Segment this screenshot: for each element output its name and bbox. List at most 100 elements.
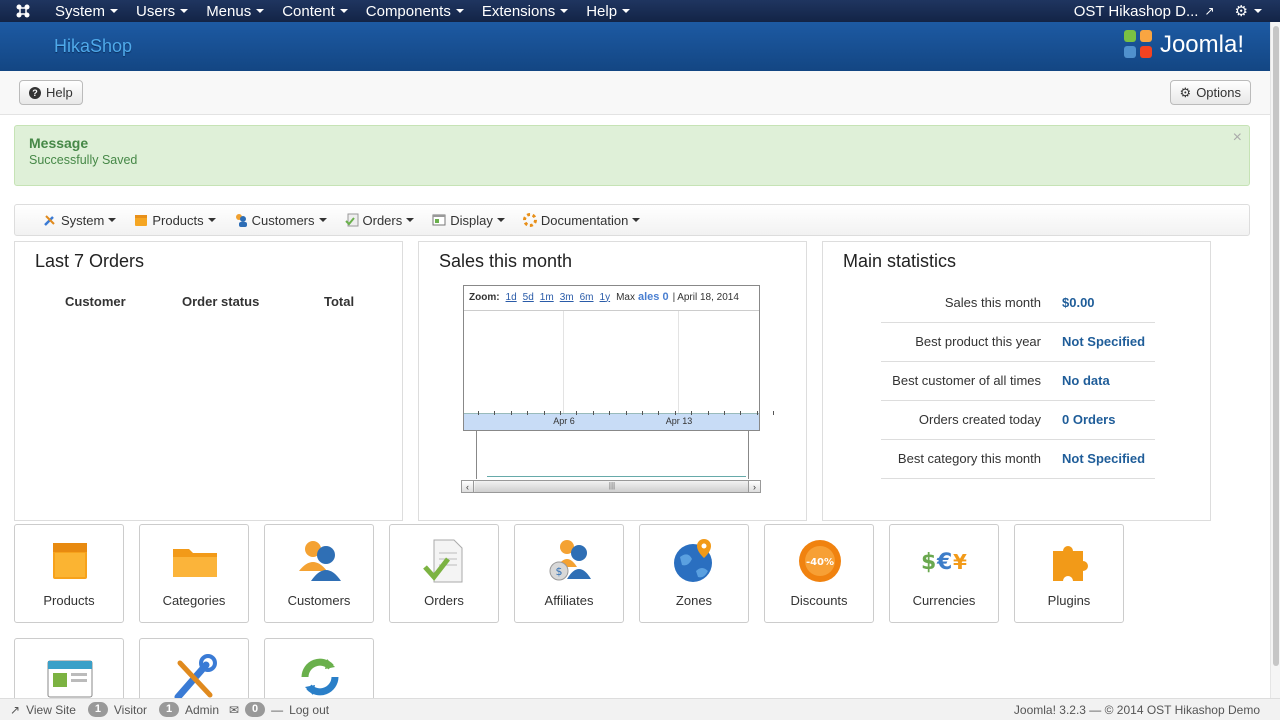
affiliates-icon: $ <box>549 540 591 581</box>
menu-system[interactable]: System <box>46 0 127 22</box>
zoom-1y[interactable]: 1y <box>600 292 611 303</box>
message-title: Message <box>29 135 89 151</box>
external-link-icon: ↗ <box>1204 4 1215 18</box>
window-icon <box>432 214 446 226</box>
x-tick-label: Apr 13 <box>665 416 693 426</box>
tile-label: Orders <box>424 593 464 608</box>
tile-products[interactable]: Products <box>14 524 124 623</box>
x-axis-tick <box>576 411 578 415</box>
scroll-right-icon[interactable]: › <box>748 481 760 492</box>
options-label: Options <box>1196 85 1241 100</box>
scrollbar-thumb[interactable]: ||| <box>475 481 749 492</box>
zoom-5d[interactable]: 5d <box>523 292 534 303</box>
page-header: HikaShop Joomla! <box>0 22 1280 71</box>
x-axis-tick <box>674 411 676 415</box>
x-axis-tick <box>543 411 545 415</box>
messages-count-badge[interactable]: 0 <box>245 702 266 717</box>
options-button[interactable]: ⚙ Options <box>1169 80 1251 105</box>
user-menu[interactable]: ⚙ <box>1235 2 1262 20</box>
menu-components[interactable]: Components <box>357 0 473 22</box>
stat-row: Sales this month $0.00 <box>881 284 1155 323</box>
admin-menubar: System Users Menus Content Components Ex… <box>0 0 1280 22</box>
zoom-1m[interactable]: 1m <box>540 292 554 303</box>
x-axis-tick <box>707 411 709 415</box>
scrollbar-thumb[interactable] <box>1273 26 1279 666</box>
close-icon[interactable]: × <box>1233 129 1242 147</box>
tile-label: Products <box>43 593 95 608</box>
menu-menus[interactable]: Menus <box>197 0 273 22</box>
chart-scrollbar[interactable]: ‹ ||| › <box>461 480 761 493</box>
svg-text:$: $ <box>556 565 563 578</box>
x-axis-tick <box>658 411 660 415</box>
copyright: Joomla! 3.2.3 — © 2014 OST Hikashop Demo <box>1013 703 1260 717</box>
chevron-down-icon <box>560 9 569 13</box>
chevron-down-icon <box>318 218 327 222</box>
submenu-documentation[interactable]: Documentation <box>522 213 641 228</box>
menu-users[interactable]: Users <box>127 0 197 22</box>
menu-help[interactable]: Help <box>577 0 639 22</box>
zoom-3m[interactable]: 3m <box>560 292 574 303</box>
logout-link[interactable]: Log out <box>289 703 329 717</box>
tile-currencies[interactable]: $ € ¥ Currencies <box>889 524 999 623</box>
menu-label: Content <box>282 2 335 20</box>
scroll-left-icon[interactable]: ‹ <box>462 481 474 492</box>
tile-label: Zones <box>675 593 713 608</box>
zoom-max[interactable]: Max <box>616 292 635 303</box>
submenu-orders[interactable]: Orders <box>344 213 415 228</box>
chevron-down-icon <box>110 9 119 13</box>
submenu-system[interactable]: System <box>43 213 117 228</box>
joomla-brand: Joomla! <box>1123 30 1244 60</box>
joomla-logo-icon[interactable] <box>0 0 46 22</box>
joomla-logo-icon <box>1123 30 1154 60</box>
menu-label: Help <box>586 2 618 20</box>
stat-label: Orders created today <box>918 412 1041 427</box>
site-link[interactable]: OST Hikashop D... ↗ <box>1074 3 1215 20</box>
stat-row: Orders created today 0 Orders <box>881 401 1155 440</box>
x-axis-tick <box>592 411 594 415</box>
submenu-products[interactable]: Products <box>134 213 216 228</box>
chevron-down-icon <box>632 218 641 222</box>
submenu-display[interactable]: Display <box>432 213 505 228</box>
external-link-icon: ↗ <box>10 702 21 717</box>
question-icon: ? <box>29 86 41 99</box>
stat-value: Not Specified <box>1062 334 1146 349</box>
navigator-series-line <box>487 476 746 477</box>
zoom-1d[interactable]: 1d <box>506 292 517 303</box>
help-label: Help <box>46 85 73 100</box>
x-axis-tick <box>724 411 725 415</box>
menu-content[interactable]: Content <box>273 0 357 22</box>
help-button[interactable]: ? Help <box>19 80 83 105</box>
submenu-customers[interactable]: Customers <box>234 213 327 228</box>
submenu-label: Display <box>450 212 493 228</box>
zoom-6m[interactable]: 6m <box>580 292 594 303</box>
tile-categories[interactable]: Categories <box>139 524 249 623</box>
tile-plugins[interactable]: Plugins <box>1014 524 1124 623</box>
tile-label: Affiliates <box>544 593 594 608</box>
tile-customers[interactable]: Customers <box>264 524 374 623</box>
stat-label: Sales this month <box>944 295 1041 310</box>
svg-text:$: $ <box>921 550 936 575</box>
tile-label: Discounts <box>790 593 848 608</box>
menu-label: Extensions <box>481 2 556 20</box>
stat-row: Best category this month Not Specified <box>881 440 1155 479</box>
visitor-count-badge: 1 <box>87 702 108 717</box>
x-axis-tick <box>773 411 775 415</box>
tile-orders[interactable]: Orders <box>389 524 499 623</box>
plot-area <box>464 310 759 413</box>
panel-title: Last 7 Orders <box>35 251 145 271</box>
stats-panel: Main statistics Sales this month $0.00 B… <box>822 241 1211 521</box>
tile-discounts[interactable]: -40% Discounts <box>764 524 874 623</box>
chart-navigator[interactable] <box>476 431 749 479</box>
x-axis-tick <box>494 411 496 415</box>
chevron-down-icon <box>406 218 415 222</box>
column-header-total: Total <box>324 294 355 309</box>
admin-count-badge: 1 <box>159 702 179 717</box>
lifebuoy-icon <box>522 213 537 227</box>
currencies-icon: $ € ¥ <box>921 550 967 575</box>
view-site-link[interactable]: View Site <box>26 703 76 717</box>
menu-extensions[interactable]: Extensions <box>473 0 577 22</box>
tile-affiliates[interactable]: $ Affiliates <box>514 524 624 623</box>
stat-label: Best category this month <box>897 451 1041 466</box>
tile-zones[interactable]: Zones <box>639 524 749 623</box>
page-scrollbar[interactable] <box>1270 22 1280 698</box>
